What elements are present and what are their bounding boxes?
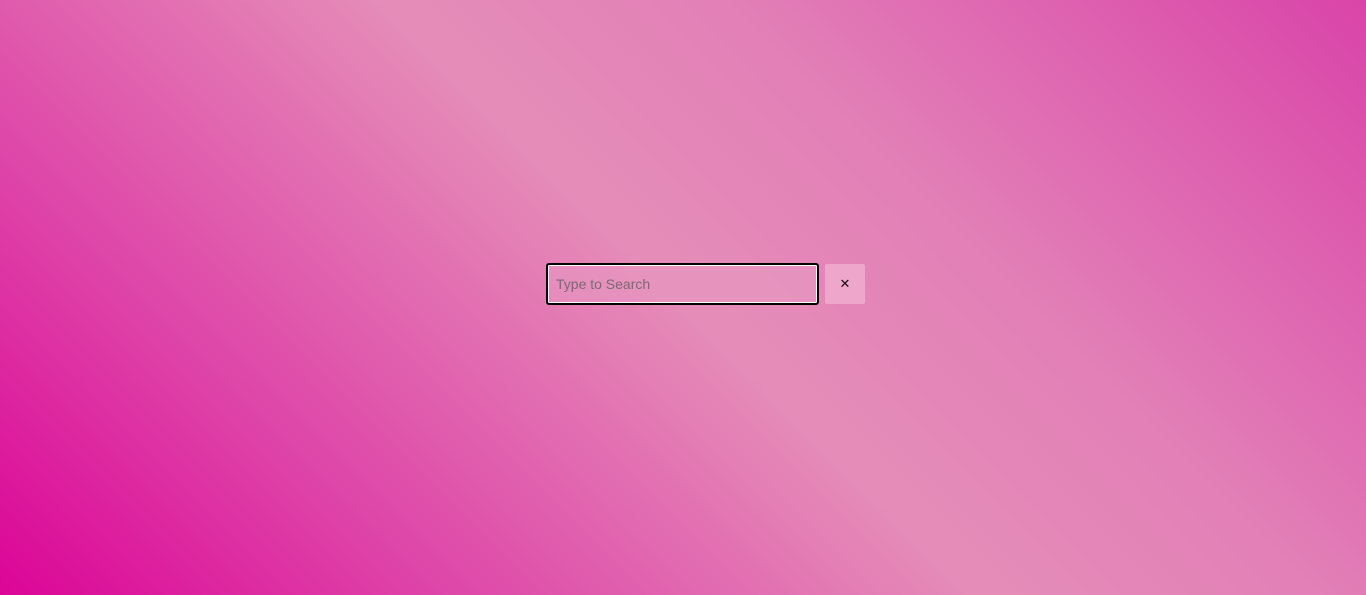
clear-search-button[interactable]: ✕ (825, 264, 865, 304)
search-input[interactable] (546, 263, 819, 305)
page-background: { "search": { "placeholder": "Type to Se… (0, 0, 1366, 595)
search-bar: ✕ (546, 263, 865, 305)
close-icon: ✕ (839, 276, 851, 292)
